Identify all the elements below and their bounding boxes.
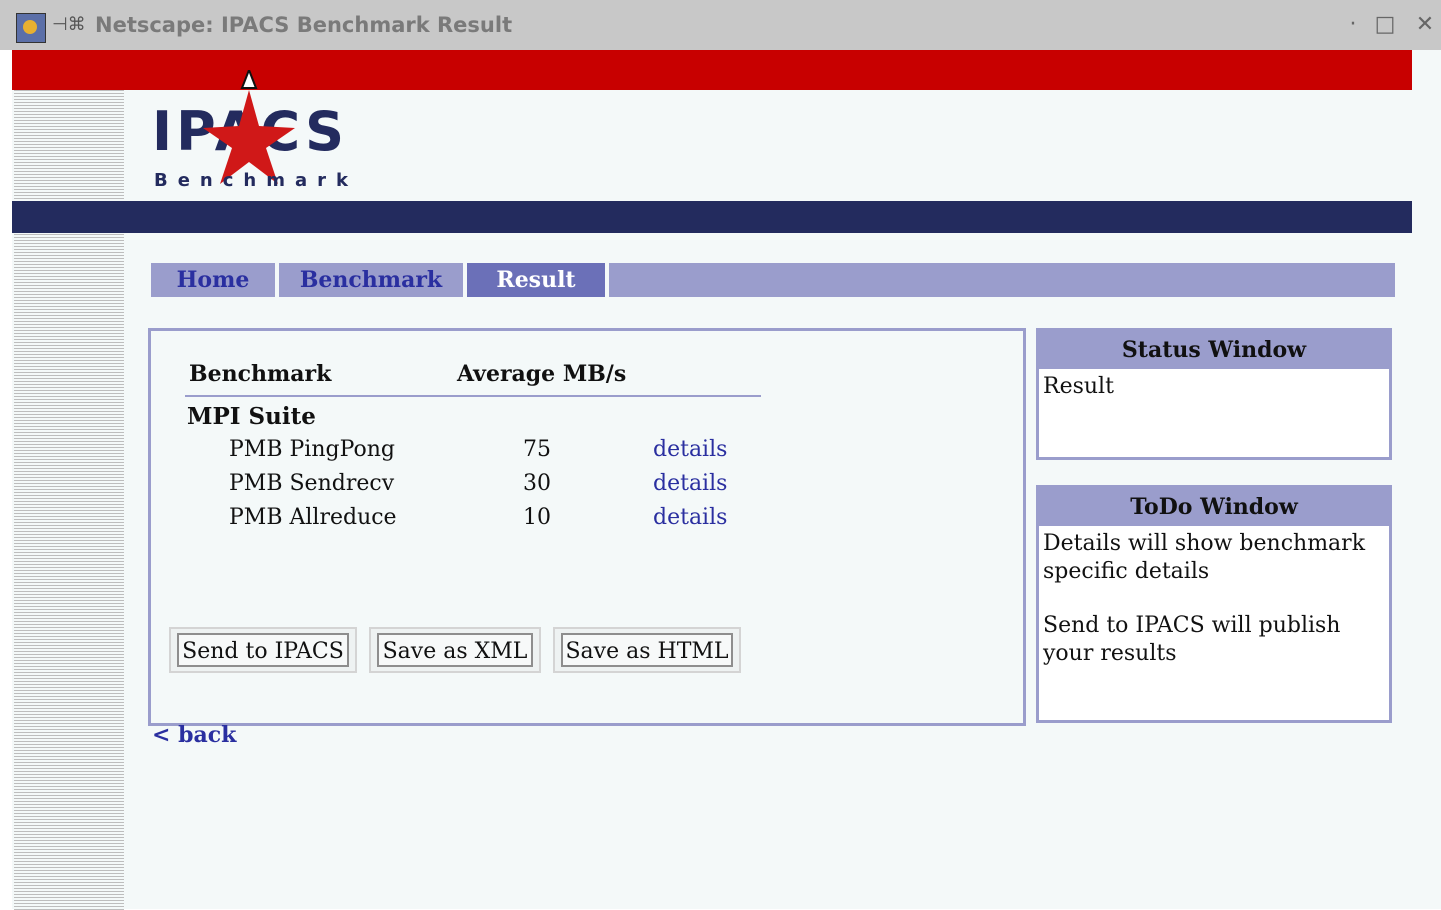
logo-subtitle: Benchmark [154, 170, 358, 191]
todo-text-send: Send to IPACS will publish your results [1043, 613, 1341, 666]
suite-title: MPI Suite [187, 403, 316, 430]
column-header-average: Average MB/s [457, 361, 627, 387]
tab-separator [605, 263, 609, 297]
benchmark-name: PMB Allreduce [229, 505, 397, 530]
close-icon[interactable]: ✕ [1410, 10, 1440, 40]
send-to-ipacs-button[interactable]: Send to IPACS [169, 627, 357, 673]
page-content: IPACS Benchmark Home Benchmark Result Be… [12, 50, 1441, 910]
table-row: PMB Sendrecv 30 details [151, 471, 851, 503]
todo-window: ToDo Window Details will show benchmark … [1036, 485, 1392, 723]
save-as-html-label: Save as HTML [561, 633, 733, 667]
status-window-text: Result [1043, 374, 1114, 399]
tab-bar: Home Benchmark Result [151, 263, 1395, 297]
benchmark-value: 75 [523, 437, 551, 462]
maximize-icon[interactable]: □ [1370, 10, 1400, 40]
netscape-app-icon[interactable] [16, 13, 46, 43]
todo-window-body: Details will show benchmark specific det… [1039, 526, 1389, 698]
details-link[interactable]: details [653, 505, 727, 530]
window-title-bar: ⊣⌘ Netscape: IPACS Benchmark Result · □ … [0, 0, 1441, 50]
header-navy-band [12, 201, 1412, 233]
column-header-benchmark: Benchmark [189, 361, 332, 387]
benchmark-name: PMB Sendrecv [229, 471, 395, 496]
tab-home[interactable]: Home [151, 263, 275, 297]
details-link[interactable]: details [653, 437, 727, 462]
status-window-title: Status Window [1039, 331, 1389, 369]
back-link[interactable]: < back [152, 722, 236, 748]
tab-result[interactable]: Result [467, 263, 605, 297]
benchmark-value: 10 [523, 505, 551, 530]
pin-icon[interactable]: ⊣⌘ [52, 14, 86, 35]
todo-text-details: Details will show benchmark specific det… [1043, 531, 1366, 584]
save-as-xml-label: Save as XML [377, 633, 533, 667]
window-title: Netscape: IPACS Benchmark Result [95, 13, 513, 37]
benchmark-name: PMB PingPong [229, 437, 395, 462]
minimize-icon[interactable]: · [1338, 10, 1368, 40]
table-row: PMB PingPong 75 details [151, 437, 851, 469]
details-link[interactable]: details [653, 471, 727, 496]
table-row: PMB Allreduce 10 details [151, 505, 851, 537]
save-as-xml-button[interactable]: Save as XML [369, 627, 541, 673]
status-window: Status Window Result [1036, 328, 1392, 460]
header-divider [185, 395, 761, 397]
send-to-ipacs-label: Send to IPACS [177, 633, 349, 667]
todo-window-title: ToDo Window [1039, 488, 1389, 526]
results-panel: Benchmark Average MB/s MPI Suite PMB Pin… [148, 328, 1026, 726]
benchmark-value: 30 [523, 471, 551, 496]
tab-benchmark[interactable]: Benchmark [279, 263, 463, 297]
ipacs-logo: IPACS Benchmark [152, 70, 392, 200]
save-as-html-button[interactable]: Save as HTML [553, 627, 741, 673]
